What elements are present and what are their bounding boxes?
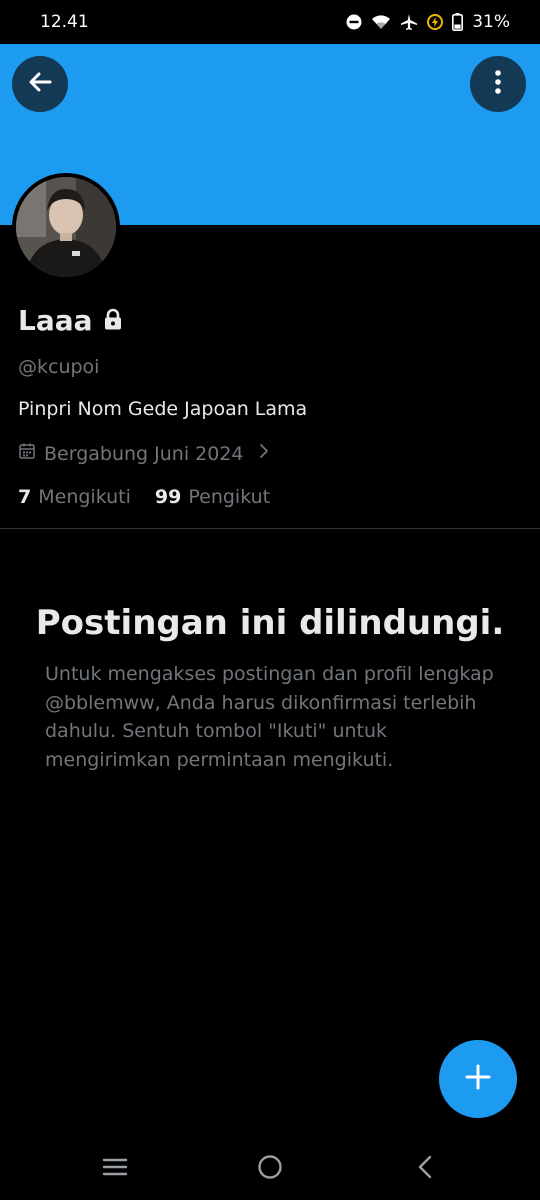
do-not-disturb-icon xyxy=(346,14,362,30)
following-link[interactable]: 7 Mengikuti xyxy=(18,486,131,508)
back-icon xyxy=(417,1154,433,1184)
plus-icon xyxy=(464,1063,492,1095)
airplane-icon xyxy=(400,13,418,31)
battery-percentage: 31% xyxy=(472,12,510,32)
wifi-icon xyxy=(371,14,391,30)
following-label: Mengikuti xyxy=(38,486,131,508)
avatar xyxy=(16,177,116,277)
status-icons: 31% xyxy=(346,12,510,32)
status-time: 12.41 xyxy=(40,12,89,32)
protected-posts-title: Postingan ini dilindungi. xyxy=(35,603,505,643)
compose-button[interactable] xyxy=(439,1040,517,1118)
profile-name-row: Laaa xyxy=(18,304,123,337)
following-count: 7 xyxy=(18,486,32,508)
joined-date-row[interactable]: Bergabung Juni 2024 xyxy=(18,442,270,465)
followers-link[interactable]: 99 Pengikut xyxy=(155,486,270,508)
home-button[interactable] xyxy=(255,1154,285,1184)
profile-display-name: Laaa xyxy=(18,304,93,337)
followers-label: Pengikut xyxy=(188,486,271,508)
battery-saver-icon xyxy=(427,14,444,30)
lock-icon xyxy=(103,308,123,334)
profile-divider xyxy=(0,528,540,529)
profile-handle: @kcupoi xyxy=(18,356,100,378)
joined-date-text: Bergabung Juni 2024 xyxy=(44,442,244,465)
follow-stats-row: 7 Mengikuti 99 Pengikut xyxy=(18,486,270,508)
arrow-left-icon xyxy=(26,68,54,100)
status-bar: 12.41 31% xyxy=(0,0,540,44)
recents-button[interactable] xyxy=(100,1154,130,1184)
followers-count: 99 xyxy=(154,486,182,508)
nav-back-button[interactable] xyxy=(410,1154,440,1184)
protected-posts-text: Untuk mengakses postingan dan profil len… xyxy=(45,663,494,771)
home-icon xyxy=(257,1154,283,1184)
battery-icon xyxy=(452,13,464,31)
avatar-container[interactable] xyxy=(12,173,120,281)
more-vertical-icon xyxy=(494,69,502,99)
profile-bio: Pinpri Nom Gede Japoan Lama xyxy=(18,398,308,420)
more-options-button[interactable] xyxy=(470,56,526,112)
recents-icon xyxy=(102,1157,128,1181)
back-button[interactable] xyxy=(12,56,68,112)
system-nav-bar xyxy=(0,1140,540,1200)
chevron-right-icon xyxy=(258,442,270,465)
calendar-icon xyxy=(18,442,36,465)
